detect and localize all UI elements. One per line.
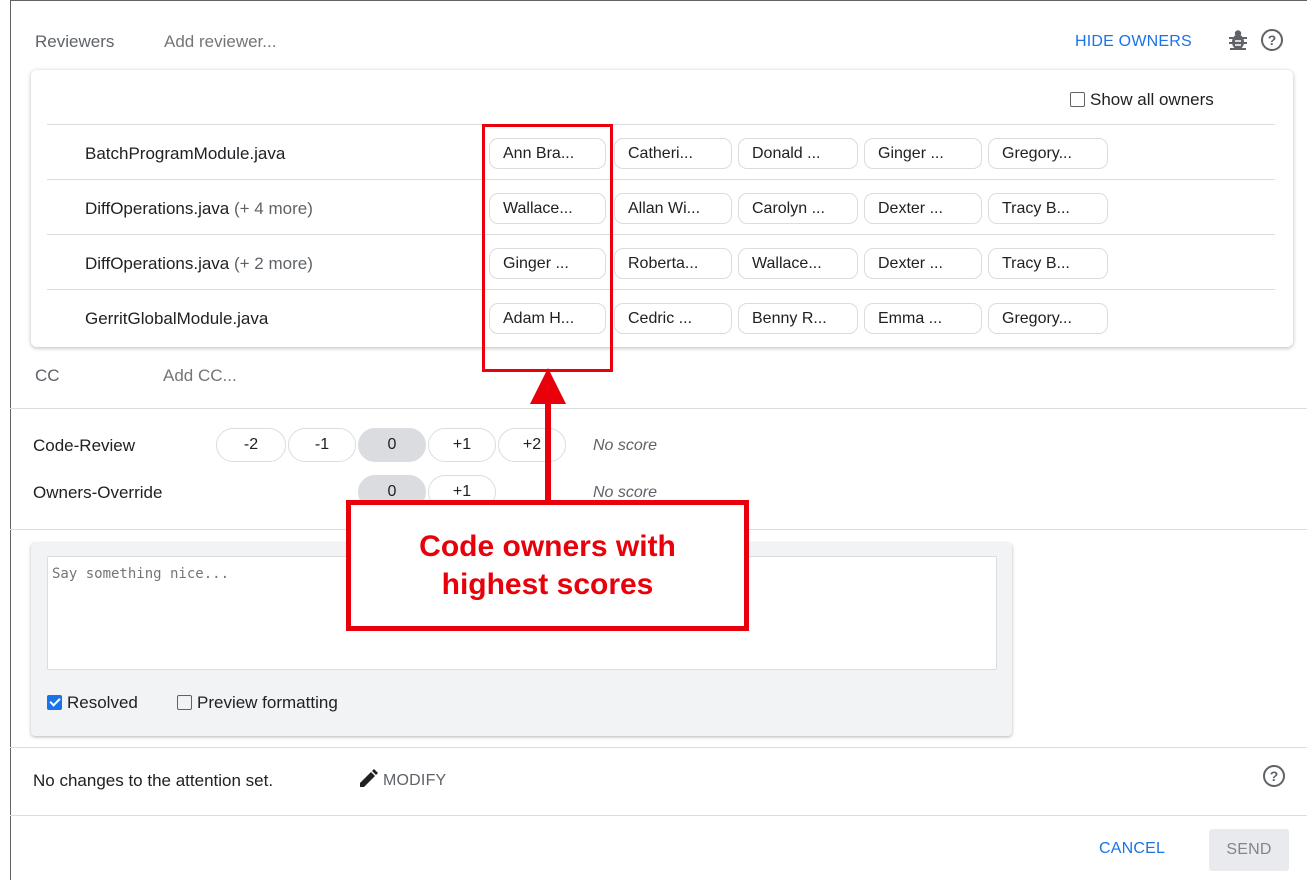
annotation-line-1: Code owners with: [419, 530, 676, 563]
preview-formatting-checkbox[interactable]: Preview formatting: [177, 693, 338, 713]
owner-row-file: GerritGlobalModule.java: [85, 309, 268, 329]
help-icon[interactable]: ?: [1261, 29, 1283, 51]
owner-chip[interactable]: Catheri...: [614, 138, 732, 169]
cc-label: CC: [35, 366, 60, 385]
add-reviewer-input[interactable]: [164, 29, 564, 55]
modify-button[interactable]: MODIFY: [383, 772, 446, 790]
file-name: DiffOperations.java: [85, 199, 230, 218]
file-more-count: (+ 2 more): [234, 254, 313, 273]
reviewers-label: Reviewers: [35, 32, 115, 51]
code-review-status: No score: [593, 437, 658, 454]
preview-formatting-label: Preview formatting: [197, 693, 338, 712]
cancel-button[interactable]: CANCEL: [1099, 840, 1165, 858]
owner-chip[interactable]: Allan Wi...: [614, 193, 732, 224]
resolved-checkbox[interactable]: Resolved: [47, 693, 138, 713]
file-more-count: (+ 4 more): [234, 199, 313, 218]
owner-chip[interactable]: Ginger ...: [864, 138, 982, 169]
owner-chip[interactable]: Tracy B...: [988, 193, 1108, 224]
file-name: BatchProgramModule.java: [85, 144, 286, 163]
resolved-label: Resolved: [67, 693, 138, 712]
annotation-highlight-box: [482, 124, 613, 372]
code-review-vote-0[interactable]: 0: [358, 428, 426, 462]
pencil-icon[interactable]: [355, 768, 381, 792]
owner-row-file: DiffOperations.java (+ 4 more): [85, 199, 313, 219]
hide-owners-button[interactable]: HIDE OWNERS: [1075, 33, 1192, 51]
attention-set-text: No changes to the attention set.: [33, 771, 274, 790]
file-name: DiffOperations.java: [85, 254, 230, 273]
owner-chip[interactable]: Benny R...: [738, 303, 858, 334]
code-review-vote-minus-2[interactable]: -2: [216, 428, 286, 462]
checkbox-icon: [1070, 92, 1085, 107]
checkbox-checked-icon: [47, 695, 62, 710]
attention-help-icon[interactable]: ?: [1263, 765, 1285, 787]
owner-chip[interactable]: Gregory...: [988, 138, 1108, 169]
owner-chip[interactable]: Tracy B...: [988, 248, 1108, 279]
owner-chip[interactable]: Donald ...: [738, 138, 858, 169]
annotation-callout: Code owners with highest scores: [346, 500, 749, 631]
code-review-vote-minus-1[interactable]: -1: [288, 428, 356, 462]
owner-row-file: DiffOperations.java (+ 2 more): [85, 254, 313, 274]
owner-row-file: BatchProgramModule.java: [85, 144, 285, 164]
file-name: GerritGlobalModule.java: [85, 309, 269, 328]
owner-chip[interactable]: Emma ...: [864, 303, 982, 334]
show-all-owners-label: Show all owners: [1090, 90, 1214, 109]
show-all-owners-checkbox[interactable]: Show all owners: [1070, 90, 1214, 110]
send-button[interactable]: SEND: [1209, 829, 1289, 871]
owner-chip[interactable]: Dexter ...: [864, 248, 982, 279]
annotation-line-2: highest scores: [441, 567, 654, 601]
owner-chip[interactable]: Carolyn ...: [738, 193, 858, 224]
owner-chip[interactable]: Roberta...: [614, 248, 732, 279]
bug-icon[interactable]: [1227, 28, 1249, 52]
owner-chip[interactable]: Gregory...: [988, 303, 1108, 334]
owner-chip[interactable]: Dexter ...: [864, 193, 982, 224]
owner-chip[interactable]: Cedric ...: [614, 303, 732, 334]
annotation-arrow: [530, 368, 566, 502]
checkbox-icon: [177, 695, 192, 710]
code-review-label: Code-Review: [33, 436, 136, 455]
code-review-vote-plus-1[interactable]: +1: [428, 428, 496, 462]
owner-chip[interactable]: Wallace...: [738, 248, 858, 279]
owners-override-label: Owners-Override: [33, 483, 163, 502]
